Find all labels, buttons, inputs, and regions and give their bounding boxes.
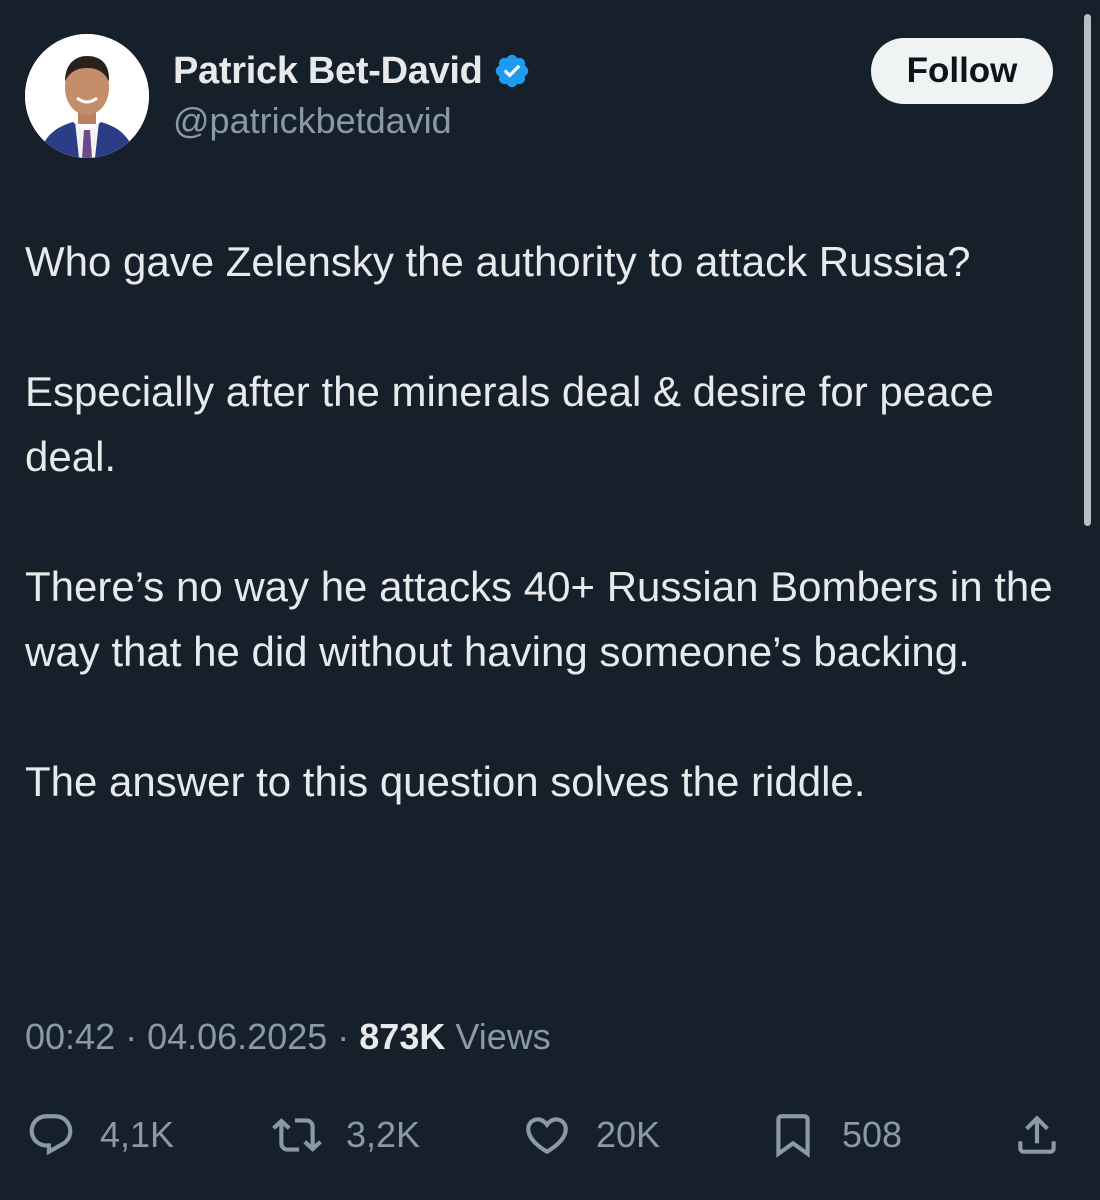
- views-label: Views: [445, 1016, 551, 1057]
- tweet-detail: Patrick Bet-David @patrickbetdavid Follo…: [0, 0, 1100, 1200]
- avatar-image: [25, 34, 149, 158]
- views-count[interactable]: 873K: [359, 1016, 445, 1057]
- meta-separator: ·: [115, 1016, 148, 1057]
- action-bar: 4,1K 3,2K 20K 508: [0, 1100, 1100, 1170]
- reply-icon: [29, 1114, 73, 1156]
- tweet-paragraph: Who gave Zelensky the authority to attac…: [25, 238, 971, 285]
- tweet-meta: 00:42 · 04.06.2025 · 873K Views: [25, 1016, 551, 1058]
- retweet-icon: [272, 1118, 322, 1152]
- user-handle[interactable]: @patrickbetdavid: [173, 100, 452, 142]
- like-count: 20K: [596, 1114, 661, 1155]
- tweet-paragraph: There’s no way he attacks 40+ Russian Bo…: [25, 563, 1053, 675]
- reply-count: 4,1K: [100, 1114, 175, 1155]
- bookmark-icon: [776, 1114, 810, 1158]
- tweet-paragraph: The answer to this question solves the r…: [25, 758, 866, 805]
- tweet-paragraph: Especially after the minerals deal & des…: [25, 368, 994, 480]
- avatar[interactable]: [25, 34, 149, 158]
- heart-icon: [526, 1117, 568, 1155]
- tweet-date[interactable]: 04.06.2025: [147, 1016, 327, 1057]
- tweet-text: Who gave Zelensky the authority to attac…: [25, 229, 1075, 879]
- share-button[interactable]: [1012, 1100, 1062, 1170]
- tweet-time[interactable]: 00:42: [25, 1016, 115, 1057]
- reply-button[interactable]: 4,1K: [26, 1100, 174, 1170]
- retweet-count: 3,2K: [346, 1114, 421, 1155]
- bookmark-button[interactable]: 508: [768, 1100, 902, 1170]
- follow-button[interactable]: Follow: [871, 38, 1053, 104]
- share-icon: [1018, 1115, 1056, 1154]
- bookmark-count: 508: [842, 1114, 903, 1155]
- retweet-button[interactable]: 3,2K: [272, 1100, 420, 1170]
- author-name-row[interactable]: Patrick Bet-David: [173, 46, 531, 96]
- meta-separator: ·: [327, 1016, 360, 1057]
- scrollbar[interactable]: [1084, 14, 1091, 526]
- display-name[interactable]: Patrick Bet-David: [173, 50, 483, 93]
- verified-badge-icon[interactable]: [493, 52, 531, 90]
- like-button[interactable]: 20K: [522, 1100, 660, 1170]
